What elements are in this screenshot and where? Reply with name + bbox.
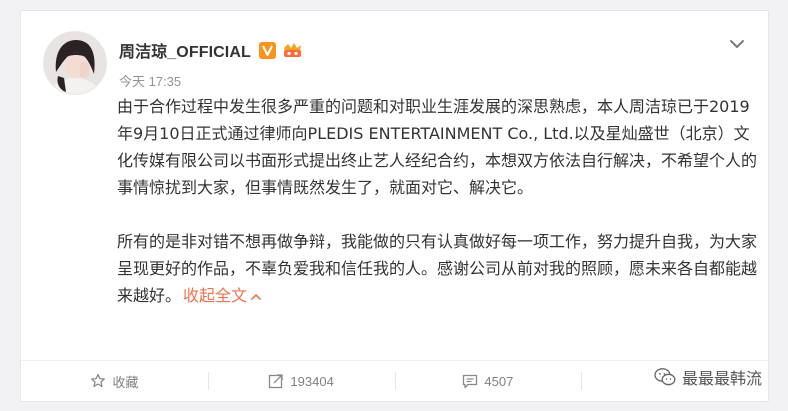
verified-badge-icon [258,41,276,59]
post-menu-chevron-down-icon[interactable] [728,35,746,53]
post-paragraph-2: 所有的是非对错不想再做争辩，我能做的只有认真做好每一项工作，努力提升自我，为大家… [117,228,757,309]
star-icon [91,373,106,388]
repost-button[interactable]: 193404 [207,361,395,401]
post-paragraph-1: 由于合作过程中发生很多严重的问题和对职业生涯发展的深思熟虑，本人周洁琼已于201… [117,97,758,197]
avatar-photo-icon [44,32,106,94]
comment-icon [463,374,478,389]
favorite-button[interactable]: 收藏 [21,361,208,401]
post-timestamp[interactable]: 今天 17:35 [119,71,181,90]
comment-button[interactable]: 4507 [394,361,582,401]
repost-count: 193404 [290,373,334,389]
favorite-label: 收藏 [112,374,139,390]
avatar[interactable] [43,31,107,95]
comment-count: 4507 [484,373,514,389]
weibo-post-card: 周洁琼_OFFICIAL 今天 17:35 由于合作过程中发生很多严重的问题和对… [20,10,769,402]
wechat-icon [654,368,676,386]
watermark: 最最最韩流 [654,365,762,389]
member-crown-icon[interactable] [282,41,304,59]
collapse-label: 收起全文 [183,286,248,305]
author-row: 周洁琼_OFFICIAL [119,37,304,63]
author-name[interactable]: 周洁琼_OFFICIAL [119,38,251,62]
post-body: 由于合作过程中发生很多严重的问题和对职业生涯发展的深思熟虑，本人周洁琼已于201… [117,93,757,309]
watermark-text: 最最最韩流 [681,369,762,388]
repost-icon [269,374,284,389]
collapse-full-text-link[interactable]: 收起全文 [183,286,261,305]
chevron-up-icon [251,293,261,300]
